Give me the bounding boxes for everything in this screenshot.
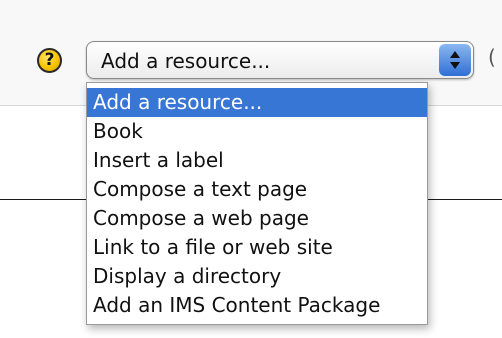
updown-arrows-icon[interactable] — [439, 44, 471, 76]
help-symbol: ? — [44, 50, 55, 70]
option-add-ims-content-package[interactable]: Add an IMS Content Package — [87, 291, 427, 320]
clipped-text-edge: ( — [488, 45, 496, 69]
resource-dropdown-list: Add a resource... Book Insert a label Co… — [86, 82, 428, 325]
option-compose-web-page[interactable]: Compose a web page — [87, 204, 427, 233]
option-link-file-or-website[interactable]: Link to a file or web site — [87, 233, 427, 262]
select-current-value: Add a resource... — [101, 49, 271, 73]
option-book[interactable]: Book — [87, 117, 427, 146]
add-resource-select[interactable]: Add a resource... — [86, 41, 474, 79]
option-add-a-resource[interactable]: Add a resource... — [87, 88, 427, 117]
question-mark-icon[interactable]: ? — [37, 48, 62, 73]
option-compose-text-page[interactable]: Compose a text page — [87, 175, 427, 204]
option-insert-a-label[interactable]: Insert a label — [87, 146, 427, 175]
option-display-directory[interactable]: Display a directory — [87, 262, 427, 291]
